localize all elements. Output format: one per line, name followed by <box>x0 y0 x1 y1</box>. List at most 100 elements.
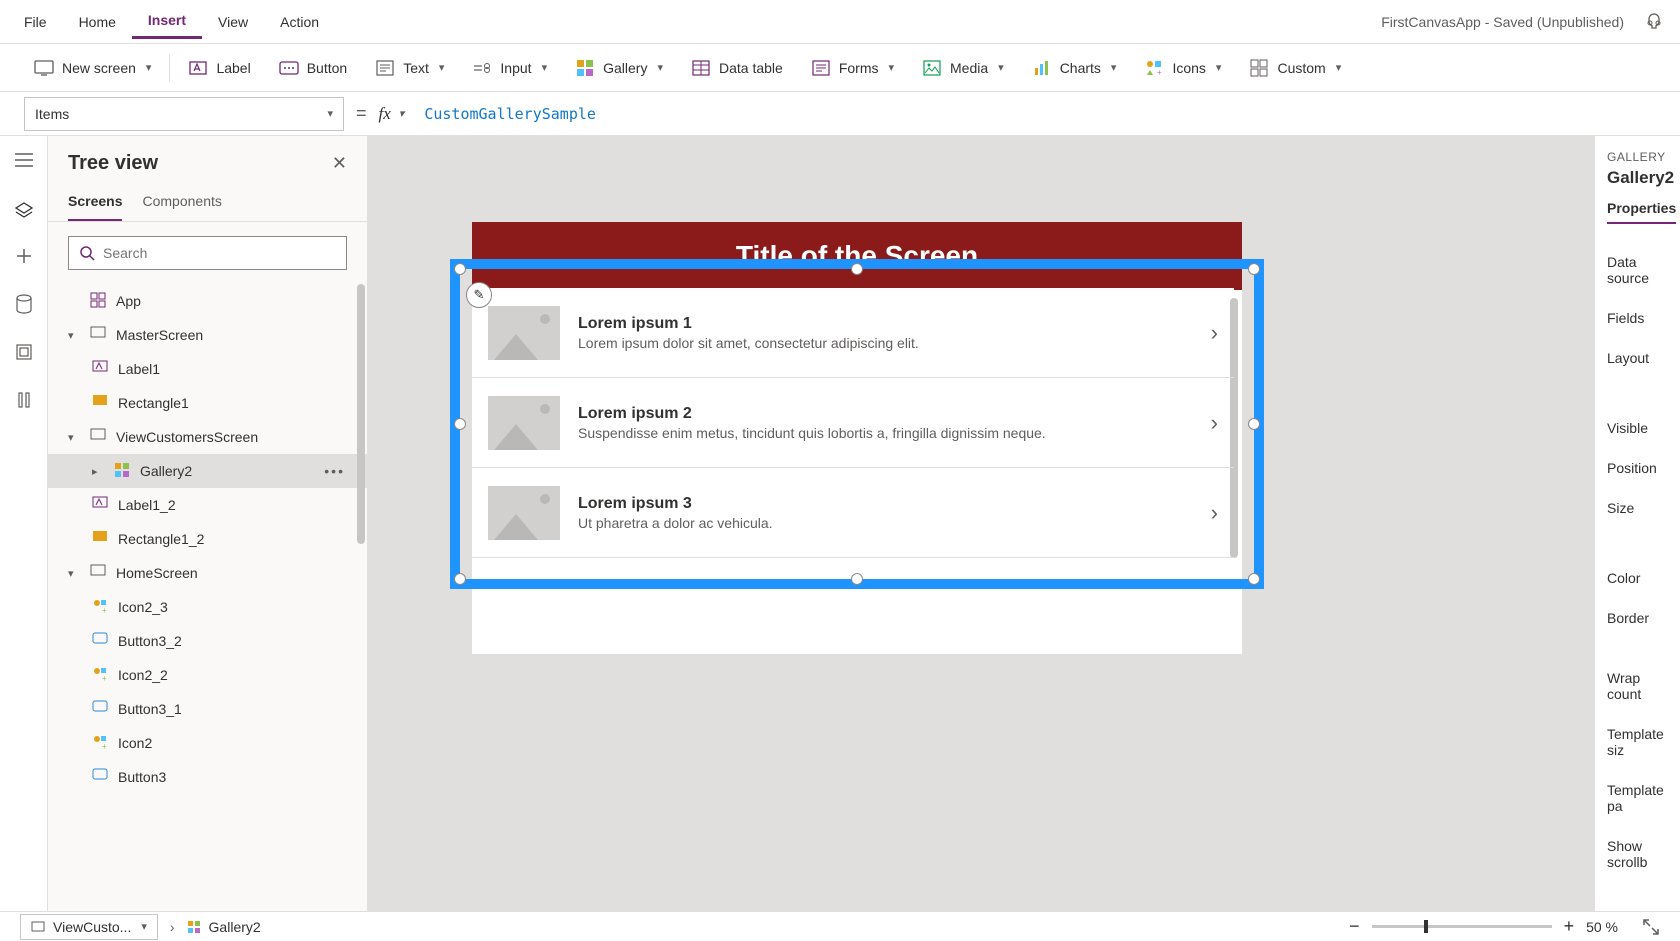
svg-text:+: + <box>102 742 107 750</box>
tree-node-viewcustomers[interactable]: ▾ ViewCustomersScreen <box>48 420 367 454</box>
prop-template-padding[interactable]: Template pa <box>1607 770 1668 826</box>
properties-tab[interactable]: Properties <box>1607 200 1676 224</box>
prop-data-source[interactable]: Data source <box>1607 242 1668 298</box>
custom-button[interactable]: Custom ▾ <box>1239 52 1351 84</box>
zoom-slider[interactable] <box>1372 925 1552 928</box>
rectangle-icon <box>92 530 110 548</box>
button-button[interactable]: Button <box>269 52 357 84</box>
resize-handle[interactable] <box>454 573 466 585</box>
zoom-thumb[interactable] <box>1424 920 1428 933</box>
tree-node-app[interactable]: App <box>48 284 367 318</box>
charts-button[interactable]: Charts ▾ <box>1022 52 1127 84</box>
prop-wrap-count[interactable]: Wrap count <box>1607 658 1668 714</box>
screen-icon <box>34 58 54 78</box>
chevron-right-icon[interactable]: › <box>1211 410 1218 436</box>
text-button[interactable]: Text ▾ <box>365 52 454 84</box>
tab-screens[interactable]: Screens <box>68 183 122 221</box>
fullscreen-icon[interactable] <box>1642 918 1660 936</box>
chevron-right-icon[interactable]: › <box>1211 500 1218 526</box>
formula-input[interactable]: CustomGallerySample <box>416 99 1656 129</box>
svg-text:+: + <box>102 606 107 614</box>
tree-node-button32[interactable]: Button3_2 <box>48 624 367 658</box>
tree-node-icon2[interactable]: + Icon2 <box>48 726 367 760</box>
tab-components[interactable]: Components <box>142 183 221 221</box>
breadcrumb-screen[interactable]: ViewCusto... ▾ <box>20 914 158 940</box>
scrollbar[interactable] <box>357 284 365 544</box>
breadcrumb-control[interactable]: Gallery2 <box>187 919 261 935</box>
prop-show-scrollbar[interactable]: Show scrollb <box>1607 826 1668 882</box>
canvas[interactable]: Title of the Screen ✎ Lorem ipsum 1 Lore… <box>368 136 1594 911</box>
tree-view-icon[interactable] <box>12 196 36 220</box>
data-icon[interactable] <box>12 292 36 316</box>
control-category: GALLERY <box>1607 150 1668 164</box>
search-box[interactable] <box>68 236 347 270</box>
gallery-row[interactable]: Lorem ipsum 3 Ut pharetra a dolor ac veh… <box>472 468 1234 558</box>
tree-node-masterscreen[interactable]: ▾ MasterScreen <box>48 318 367 352</box>
tree-label: MasterScreen <box>116 327 203 343</box>
resize-handle[interactable] <box>851 573 863 585</box>
menu-action[interactable]: Action <box>264 6 335 38</box>
chevron-down-icon: ▾ <box>1336 61 1342 74</box>
chevron-right-icon[interactable]: › <box>1211 320 1218 346</box>
tree-node-label12[interactable]: Label1_2 <box>48 488 367 522</box>
label-button[interactable]: Label <box>178 52 260 84</box>
button-label: Button <box>307 60 347 76</box>
chevron-right-icon[interactable]: ▸ <box>92 465 106 478</box>
image-placeholder-icon <box>488 486 560 540</box>
zoom-out-button[interactable]: − <box>1349 916 1360 937</box>
media-rail-icon[interactable] <box>12 340 36 364</box>
prop-border[interactable]: Border <box>1607 598 1668 638</box>
menu-insert[interactable]: Insert <box>132 4 202 39</box>
close-icon[interactable]: ✕ <box>332 153 347 174</box>
datatable-button[interactable]: Data table <box>681 52 793 84</box>
search-input[interactable] <box>103 245 336 261</box>
tree-node-label1[interactable]: Label1 <box>48 352 367 386</box>
gallery-row[interactable]: Lorem ipsum 2 Suspendisse enim metus, ti… <box>472 378 1234 468</box>
tree-node-rectangle12[interactable]: Rectangle1_2 <box>48 522 367 556</box>
chevron-down-icon[interactable]: ▾ <box>68 329 82 342</box>
tree-node-homescreen[interactable]: ▾ HomeScreen <box>48 556 367 590</box>
fx-label[interactable]: fx ▾ <box>379 104 405 124</box>
chevron-down-icon[interactable]: ▾ <box>68 431 82 444</box>
prop-position[interactable]: Position <box>1607 448 1668 488</box>
tree-node-button31[interactable]: Button3_1 <box>48 692 367 726</box>
resize-handle[interactable] <box>454 418 466 430</box>
forms-button[interactable]: Forms ▾ <box>801 52 904 84</box>
tree-node-icon22[interactable]: + Icon2_2 <box>48 658 367 692</box>
hamburger-icon[interactable] <box>12 148 36 172</box>
tools-icon[interactable] <box>12 388 36 412</box>
tree-node-icon23[interactable]: + Icon2_3 <box>48 590 367 624</box>
icons-button[interactable]: + Icons ▾ <box>1134 52 1231 84</box>
tree-node-gallery2[interactable]: ▸ Gallery2 ••• <box>48 454 367 488</box>
prop-template-size[interactable]: Template siz <box>1607 714 1668 770</box>
media-button[interactable]: Media ▾ <box>912 52 1014 84</box>
property-selector[interactable]: Items ▾ <box>24 97 344 131</box>
gallery-control[interactable]: ✎ Lorem ipsum 1 Lorem ipsum dolor sit am… <box>472 288 1234 558</box>
resize-handle[interactable] <box>1248 418 1260 430</box>
resize-handle[interactable] <box>1248 573 1260 585</box>
prop-visible[interactable]: Visible <box>1607 408 1668 448</box>
chevron-down-icon[interactable]: ▾ <box>68 567 82 580</box>
prop-color[interactable]: Color <box>1607 558 1668 598</box>
workspace: Tree view ✕ Screens Components App ▾ Mas… <box>0 136 1680 911</box>
menu-file[interactable]: File <box>8 6 63 38</box>
resize-handle[interactable] <box>851 263 863 275</box>
menu-view[interactable]: View <box>202 6 264 38</box>
zoom-in-button[interactable]: + <box>1564 916 1575 937</box>
insert-icon[interactable] <box>12 244 36 268</box>
prop-fields[interactable]: Fields <box>1607 298 1668 338</box>
prop-size[interactable]: Size <box>1607 488 1668 528</box>
more-icon[interactable]: ••• <box>324 463 355 479</box>
input-button[interactable]: Input ▾ <box>462 52 557 84</box>
resize-handle[interactable] <box>454 263 466 275</box>
tree-label: Icon2_3 <box>118 599 168 615</box>
gallery-row[interactable]: Lorem ipsum 1 Lorem ipsum dolor sit amet… <box>472 288 1234 378</box>
support-icon[interactable] <box>1636 4 1672 40</box>
gallery-button[interactable]: Gallery ▾ <box>565 52 673 84</box>
tree-node-button3[interactable]: Button3 <box>48 760 367 794</box>
new-screen-button[interactable]: New screen ▾ <box>24 52 161 84</box>
menu-home[interactable]: Home <box>63 6 132 38</box>
resize-handle[interactable] <box>1248 263 1260 275</box>
prop-layout[interactable]: Layout <box>1607 338 1668 378</box>
tree-node-rectangle1[interactable]: Rectangle1 <box>48 386 367 420</box>
